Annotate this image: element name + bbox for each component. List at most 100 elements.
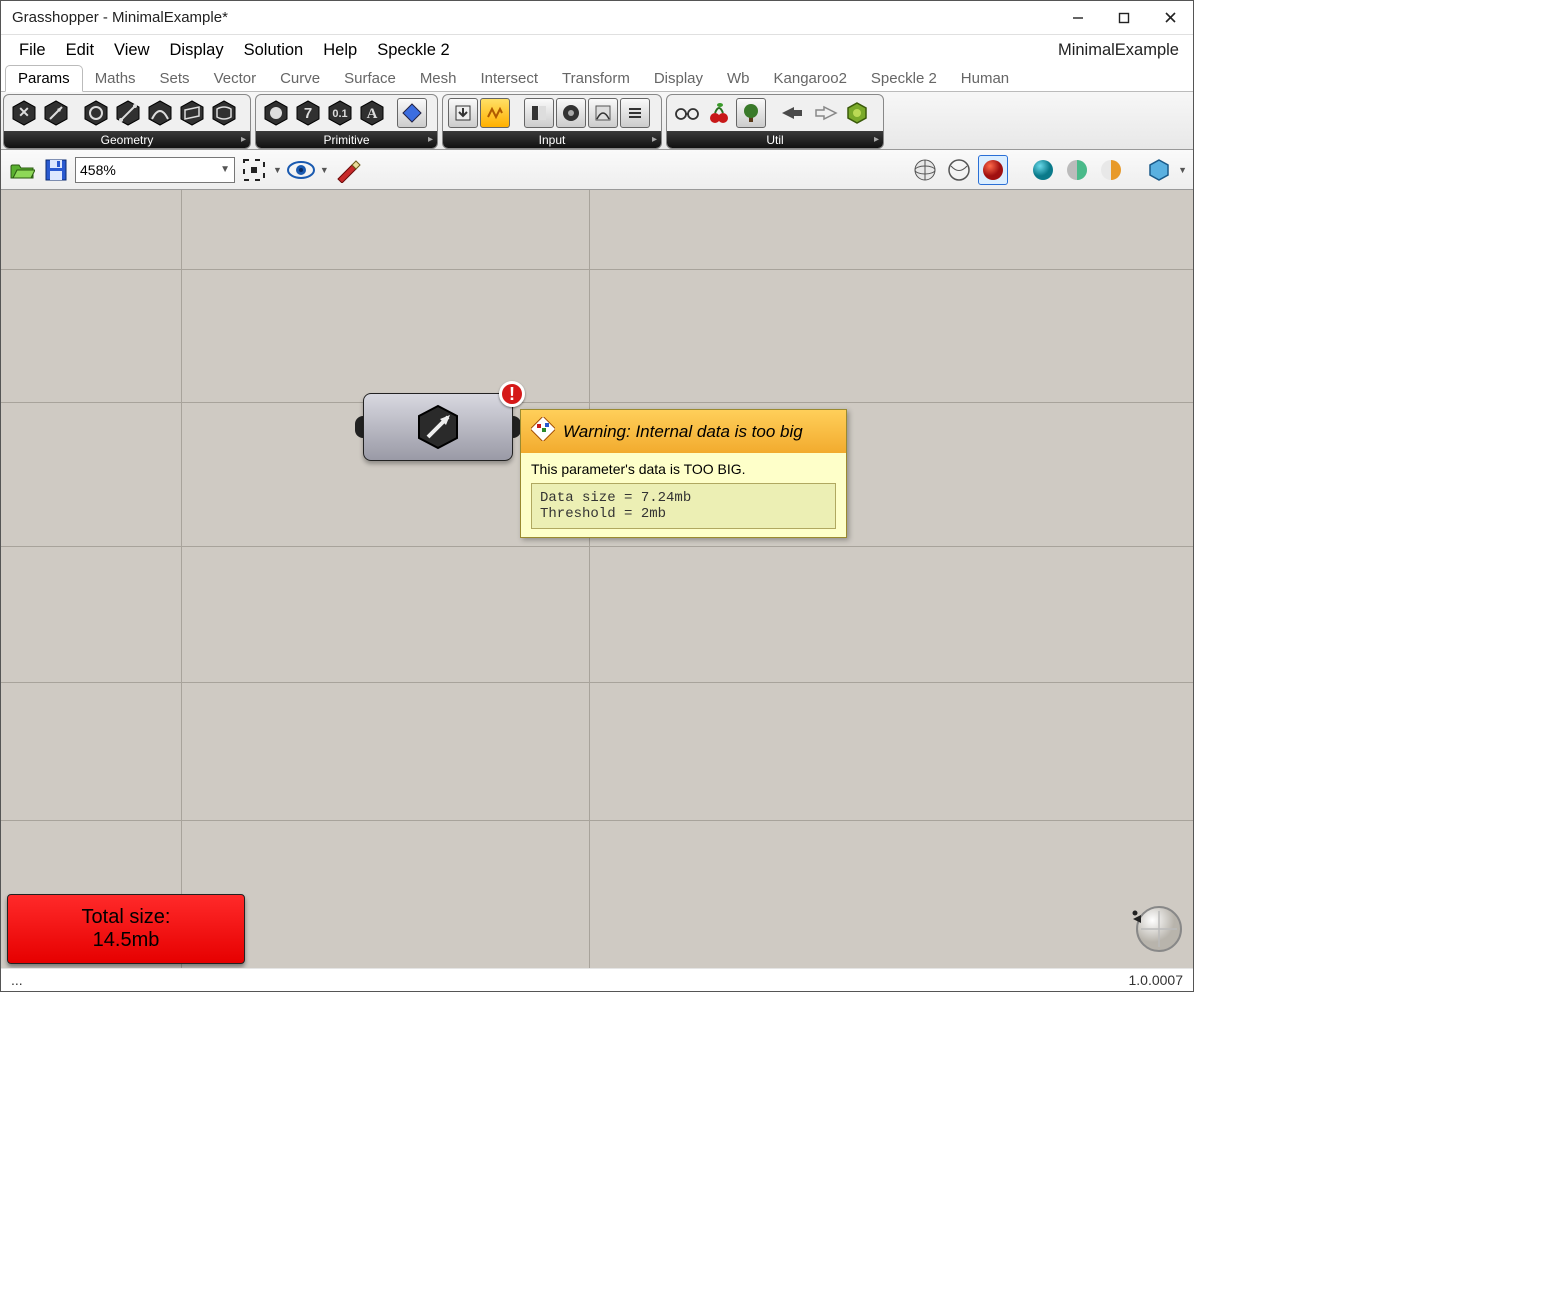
expand-icon[interactable]: ▸ bbox=[652, 134, 657, 145]
ribbon-tabs: Params Maths Sets Vector Curve Surface M… bbox=[1, 65, 1193, 92]
dropdown-caret-icon[interactable]: ▼ bbox=[1178, 165, 1187, 175]
expand-icon[interactable]: ▸ bbox=[241, 134, 246, 145]
ribbon-tab-human[interactable]: Human bbox=[949, 66, 1021, 91]
status-left: ... bbox=[11, 972, 23, 988]
menu-view[interactable]: View bbox=[104, 38, 159, 63]
minimize-button[interactable] bbox=[1055, 1, 1101, 35]
preview-settings-icon[interactable] bbox=[1144, 155, 1174, 185]
input-panel-icon[interactable] bbox=[480, 98, 510, 128]
zoom-combo[interactable]: 458% ▼ bbox=[75, 157, 235, 183]
util-cherry-icon[interactable] bbox=[704, 98, 734, 128]
menu-solution[interactable]: Solution bbox=[234, 38, 314, 63]
geometry-param-curve-icon[interactable] bbox=[145, 98, 175, 128]
primitive-param-integer-icon[interactable]: 7 bbox=[293, 98, 323, 128]
component-vector-param[interactable]: ! bbox=[363, 393, 513, 461]
status-bar: ... 1.0.0007 bbox=[1, 968, 1193, 991]
expand-icon[interactable]: ▸ bbox=[874, 134, 879, 145]
total-size-panel[interactable]: Total size: 14.5mb bbox=[7, 894, 245, 964]
grid-line bbox=[589, 190, 590, 968]
canvas[interactable]: ! Warning: Internal data is too big This… bbox=[1, 190, 1193, 968]
open-file-button[interactable] bbox=[7, 155, 37, 185]
ribbon-panel-label: Primitive bbox=[323, 133, 369, 147]
ribbon-tab-transform[interactable]: Transform bbox=[550, 66, 642, 91]
ribbon-tab-vector[interactable]: Vector bbox=[202, 66, 269, 91]
compass-widget[interactable] bbox=[1129, 899, 1185, 960]
document-name: MinimalExample bbox=[1058, 41, 1185, 60]
ribbon-tab-wb[interactable]: Wb bbox=[715, 66, 762, 91]
ribbon-tab-speckle2[interactable]: Speckle 2 bbox=[859, 66, 949, 91]
menu-display[interactable]: Display bbox=[160, 38, 234, 63]
window-title: Grasshopper - MinimalExample* bbox=[1, 9, 228, 26]
geometry-param-generic-icon[interactable]: ✕ bbox=[9, 98, 39, 128]
svg-text:✕: ✕ bbox=[18, 104, 30, 120]
geometry-param-line-icon[interactable] bbox=[113, 98, 143, 128]
save-file-button[interactable] bbox=[41, 155, 71, 185]
error-badge-icon[interactable]: ! bbox=[499, 381, 525, 407]
grid-line bbox=[181, 190, 182, 968]
warning-icon bbox=[531, 417, 555, 446]
ribbon-tab-display[interactable]: Display bbox=[642, 66, 715, 91]
primitive-param-text-icon[interactable]: A bbox=[357, 98, 387, 128]
dropdown-caret-icon[interactable]: ▼ bbox=[273, 165, 282, 175]
util-jump-out-icon[interactable] bbox=[810, 98, 840, 128]
ribbon-tab-sets[interactable]: Sets bbox=[148, 66, 202, 91]
primitive-param-boolean-icon[interactable] bbox=[261, 98, 291, 128]
menu-edit[interactable]: Edit bbox=[56, 38, 104, 63]
tooltip-title: Warning: Internal data is too big bbox=[563, 422, 803, 442]
menu-file[interactable]: File bbox=[9, 38, 56, 63]
named-views-button[interactable] bbox=[286, 155, 316, 185]
dropdown-caret-icon[interactable]: ▼ bbox=[320, 165, 329, 175]
display-noshade-icon[interactable] bbox=[944, 155, 974, 185]
grid-line bbox=[1, 269, 1193, 270]
geometry-param-circle-icon[interactable] bbox=[81, 98, 111, 128]
ribbon-panel-label: Input bbox=[539, 133, 566, 147]
ribbon-panel-primitive: 7 0.1 A Primitive ▸ bbox=[255, 94, 438, 149]
preview-selected-icon[interactable] bbox=[1062, 155, 1092, 185]
ribbon-panel-label: Geometry bbox=[101, 133, 154, 147]
preview-mesh-icon[interactable] bbox=[1096, 155, 1126, 185]
svg-text:0.1: 0.1 bbox=[332, 108, 347, 120]
input-graph-icon[interactable] bbox=[588, 98, 618, 128]
close-button[interactable] bbox=[1147, 1, 1193, 35]
util-jump-in-icon[interactable] bbox=[778, 98, 808, 128]
sketch-button[interactable] bbox=[333, 155, 363, 185]
input-slider-icon[interactable] bbox=[524, 98, 554, 128]
util-cluster-icon[interactable] bbox=[842, 98, 872, 128]
input-dial-icon[interactable] bbox=[556, 98, 586, 128]
svg-text:7: 7 bbox=[304, 105, 312, 122]
geometry-param-surface-icon[interactable] bbox=[209, 98, 239, 128]
ribbon-tab-maths[interactable]: Maths bbox=[83, 66, 148, 91]
canvas-toolbar: 458% ▼ ▼ ▼ ▼ bbox=[1, 150, 1193, 190]
preview-off-icon[interactable] bbox=[1028, 155, 1058, 185]
display-wireframe-icon[interactable] bbox=[910, 155, 940, 185]
ribbon-tab-params[interactable]: Params bbox=[5, 65, 83, 92]
ribbon-tab-surface[interactable]: Surface bbox=[332, 66, 408, 91]
warning-tooltip: Warning: Internal data is too big This p… bbox=[520, 409, 847, 538]
ribbon-tab-curve[interactable]: Curve bbox=[268, 66, 332, 91]
maximize-button[interactable] bbox=[1101, 1, 1147, 35]
input-valuelist-icon[interactable] bbox=[620, 98, 650, 128]
primitive-param-number-icon[interactable]: 0.1 bbox=[325, 98, 355, 128]
ribbon-tab-kangaroo2[interactable]: Kangaroo2 bbox=[762, 66, 859, 91]
ribbon-panels: ✕ Geometry ▸ 7 0.1 A Primitive ▸ bbox=[1, 92, 1193, 150]
titlebar: Grasshopper - MinimalExample* bbox=[1, 1, 1193, 35]
ribbon-tab-mesh[interactable]: Mesh bbox=[408, 66, 469, 91]
geometry-param-vector-icon[interactable] bbox=[41, 98, 71, 128]
display-shaded-icon[interactable] bbox=[978, 155, 1008, 185]
grid-line bbox=[1, 402, 1193, 403]
menubar: File Edit View Display Solution Help Spe… bbox=[1, 35, 1193, 65]
zoom-value: 458% bbox=[80, 162, 220, 178]
ribbon-panel-input: Input ▸ bbox=[442, 94, 662, 149]
svg-text:A: A bbox=[367, 106, 378, 122]
util-glasses-icon[interactable] bbox=[672, 98, 702, 128]
zoom-extents-button[interactable] bbox=[239, 155, 269, 185]
primitive-param-colour-icon[interactable] bbox=[397, 98, 427, 128]
util-tree-icon[interactable] bbox=[736, 98, 766, 128]
expand-icon[interactable]: ▸ bbox=[428, 134, 433, 145]
menu-speckle2[interactable]: Speckle 2 bbox=[367, 38, 459, 63]
menu-help[interactable]: Help bbox=[313, 38, 367, 63]
geometry-param-plane-icon[interactable] bbox=[177, 98, 207, 128]
input-file-icon[interactable] bbox=[448, 98, 478, 128]
component-body[interactable] bbox=[363, 393, 513, 461]
ribbon-tab-intersect[interactable]: Intersect bbox=[469, 66, 551, 91]
